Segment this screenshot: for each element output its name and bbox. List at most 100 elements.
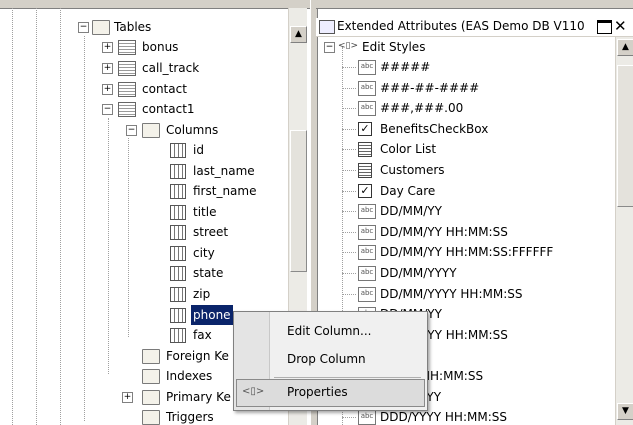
edit-mask-icon: abc (358, 245, 376, 261)
expand-icon[interactable]: + (102, 84, 113, 95)
tree-guide-line (60, 8, 61, 425)
menu-item-properties[interactable]: Properties (270, 378, 427, 406)
tree-node-label: Primary Ke (166, 390, 231, 404)
tree-node-label: DD/MM/YYYY HH:MM:SS (380, 286, 523, 301)
tree-guide-line (36, 8, 37, 425)
left-pane-header (0, 0, 310, 9)
column-icon (170, 246, 186, 261)
tree-node-label: title (193, 205, 217, 219)
tree-guide-line (108, 118, 109, 374)
tree-node-label: call_track (142, 61, 200, 75)
right-pane-header (316, 0, 633, 9)
table-icon (118, 82, 136, 97)
tree-guide-line (128, 138, 129, 337)
tree-node-label: ###,###.00 (380, 101, 464, 116)
edit-mask-icon: abc (358, 101, 376, 117)
column-icon (170, 184, 186, 199)
pane-title: Extended Attributes (EAS Demo DB V110 (337, 19, 585, 33)
tree-node-label: state (193, 266, 224, 280)
folder-icon (142, 123, 160, 138)
scroll-down-icon[interactable]: ▼ (617, 403, 633, 420)
checkbox-icon: ✓ (358, 183, 372, 198)
tree-guide-line (12, 8, 13, 425)
tree-node-label: DD/MM/YY (380, 204, 442, 219)
tree-guide-line (342, 128, 356, 130)
properties-icon: <▯> (242, 386, 265, 397)
table-icon (118, 61, 136, 76)
tree-node-label: id (193, 143, 204, 157)
dropdown-icon (358, 142, 372, 158)
edit-mask-icon: abc (358, 224, 376, 240)
folder-icon (92, 20, 110, 35)
tree-guide-line (342, 67, 356, 68)
edit-mask-icon: abc (358, 80, 376, 96)
right-vertical-scrollbar[interactable]: ▲ ▼ (615, 37, 633, 425)
tree-guide-line (342, 252, 356, 254)
checkbox-icon: ✓ (358, 121, 372, 136)
tree-guide-line (342, 293, 356, 295)
maximize-icon[interactable] (597, 20, 612, 34)
tree-node-label: zip (193, 287, 211, 301)
column-icon (170, 328, 186, 343)
tree-guide-line (342, 211, 356, 213)
tree-guide-line (342, 149, 356, 151)
column-icon (170, 205, 186, 220)
collapse-icon[interactable]: − (78, 22, 89, 33)
tree-node-label: contact (142, 82, 187, 96)
tree-node-label: city (193, 246, 215, 260)
tree-node-label: bonus (142, 40, 179, 54)
tree-node-label: Indexes (166, 369, 213, 383)
tree-node-label: ###-##-#### (380, 80, 480, 95)
tree-node-label: DD/MM/YYYY (380, 266, 457, 280)
tree-node-label: contact1 (142, 102, 195, 116)
tree-guide-line (342, 231, 356, 233)
scroll-up-icon[interactable]: ▲ (290, 26, 307, 43)
tree-node-label: BenefitsCheckBox (380, 121, 489, 136)
expand-icon[interactable]: + (102, 63, 113, 74)
collapse-icon[interactable]: − (102, 104, 113, 115)
tree-guide-line (342, 87, 356, 89)
tree-node-label: fax (193, 328, 212, 342)
tree-node-label: ##### (380, 60, 431, 74)
tree-guide-line (342, 417, 356, 419)
close-icon[interactable]: ✕ (614, 17, 627, 35)
folder-icon (142, 410, 160, 425)
extended-attributes-titlebar: Extended Attributes (EAS Demo DB V110 ✕ (316, 17, 633, 37)
tree-guide-line (342, 273, 356, 274)
tree-node-label: Edit Styles (362, 40, 426, 54)
collapse-icon[interactable]: − (126, 125, 137, 136)
column-icon (170, 164, 186, 179)
menu-item-edit-column[interactable]: Edit Column... (270, 317, 427, 345)
tree-guide-line (342, 108, 356, 110)
tree-guide-line (342, 170, 356, 171)
expand-icon[interactable]: + (122, 392, 133, 403)
tree-guide-line (342, 190, 356, 192)
tree-node-label: phone (191, 305, 233, 325)
folder-icon (142, 349, 160, 364)
scrollbar-thumb[interactable] (290, 130, 307, 272)
folder-icon (142, 390, 160, 405)
edit-mask-icon: abc (358, 410, 376, 425)
menu-item-drop-column[interactable]: Drop Column (270, 345, 427, 373)
edit-mask-icon: abc (358, 204, 376, 220)
extended-attributes-icon (319, 20, 335, 34)
key-column-icon (170, 143, 186, 158)
tree-node-label: last_name (193, 164, 255, 178)
tree-node-label: Day Care (380, 183, 436, 198)
edit-mask-icon: abc (358, 60, 376, 75)
expand-icon[interactable]: + (102, 42, 113, 53)
tree-node-label: Triggers (166, 410, 214, 424)
column-icon (170, 266, 186, 281)
folder-icon (142, 369, 160, 384)
column-icon (170, 287, 186, 302)
column-icon (170, 308, 186, 323)
scrollbar-thumb[interactable] (617, 65, 633, 207)
tree-node-label: Color List (380, 142, 437, 157)
collapse-icon[interactable]: − (324, 42, 335, 53)
tree-node-label: Customers (380, 163, 445, 177)
tree-node-label: Columns (166, 123, 219, 137)
scroll-up-icon[interactable]: ▲ (617, 39, 633, 56)
tree-node-label: Foreign Ke (166, 349, 229, 363)
tree-node-label: DD/MM/YY HH:MM:SS:FFFFFF (380, 245, 554, 260)
tree-node-label: first_name (193, 184, 257, 198)
